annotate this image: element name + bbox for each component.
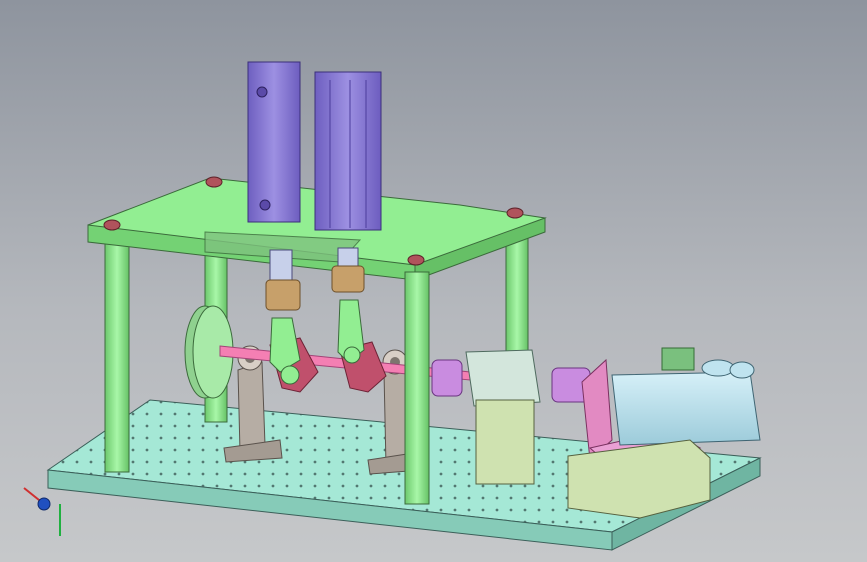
pneumatic-cylinder-left[interactable] xyxy=(247,61,301,223)
bolt-top-back xyxy=(205,176,223,188)
assembly-drawing xyxy=(23,61,762,551)
front-right-leg[interactable] xyxy=(404,271,430,505)
bolt-top-front xyxy=(407,254,425,266)
sensor[interactable] xyxy=(661,347,695,371)
bolt-top-left xyxy=(103,219,121,231)
connecting-rod-right[interactable] xyxy=(337,299,365,364)
bolt-top-right xyxy=(506,207,524,219)
z-axis-icon xyxy=(37,497,51,511)
bearing-housing[interactable] xyxy=(465,349,541,485)
connecting-rod-left[interactable] xyxy=(269,317,301,385)
servo-motor[interactable] xyxy=(611,359,761,446)
front-left-leg[interactable] xyxy=(104,239,130,473)
cad-viewport[interactable] xyxy=(0,0,867,562)
axis-triad xyxy=(23,487,61,536)
pneumatic-cylinder-right[interactable] xyxy=(314,71,382,231)
